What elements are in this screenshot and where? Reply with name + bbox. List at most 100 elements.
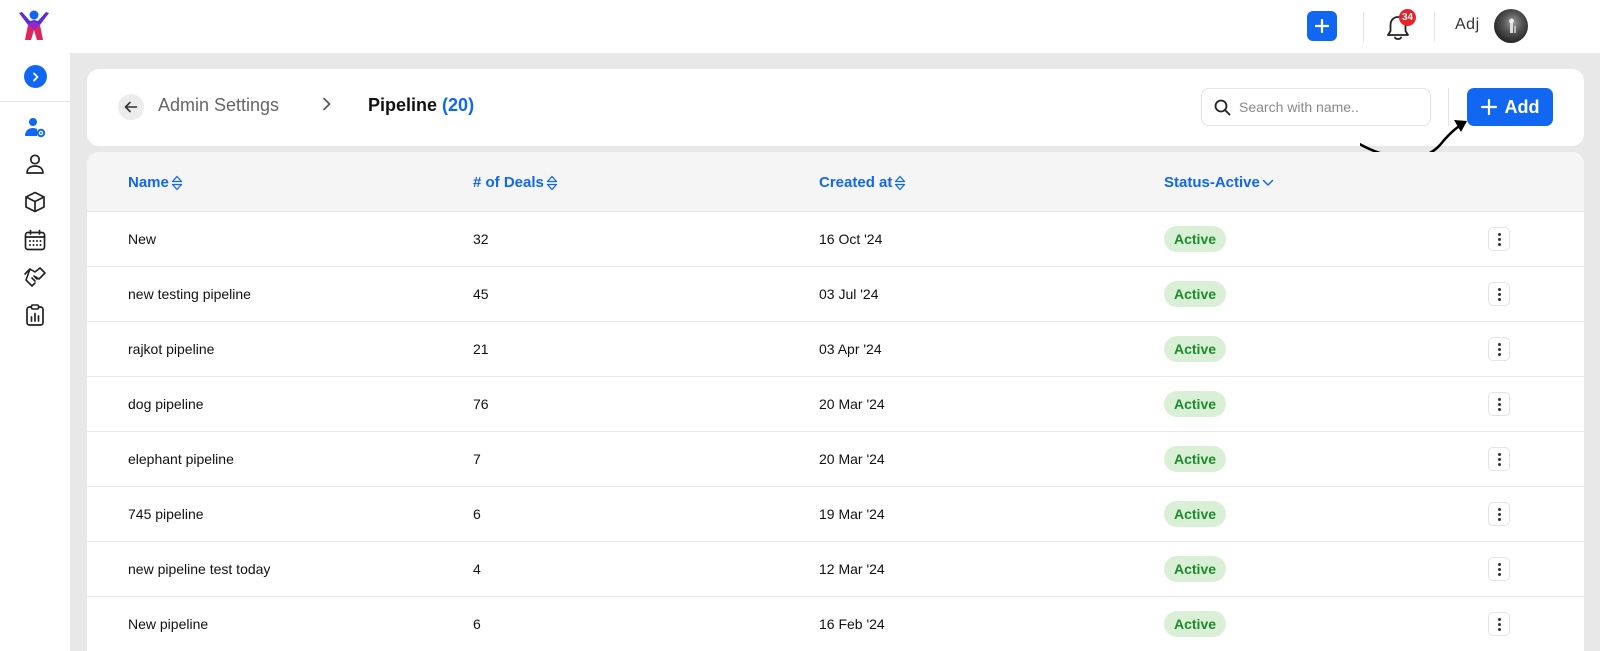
table-row[interactable]: new pipeline test today 4 12 Mar '24 Act…: [87, 542, 1584, 597]
table-row[interactable]: New pipeline 6 16 Feb '24 Active: [87, 597, 1584, 651]
more-vertical-icon: [1497, 232, 1501, 236]
column-header-name[interactable]: Name: [128, 174, 183, 191]
created-date: 19 Mar '24: [819, 506, 885, 522]
pipeline-name: elephant pipeline: [128, 451, 234, 467]
created-date: 03 Apr '24: [819, 341, 882, 357]
user-icon: [26, 154, 44, 174]
deal-count: 6: [473, 616, 481, 632]
created-date: 20 Mar '24: [819, 396, 885, 412]
row-actions-button[interactable]: [1488, 447, 1510, 471]
notifications-button[interactable]: 34: [1385, 9, 1417, 42]
page-header: Admin Settings Pipeline (20) Add: [87, 69, 1584, 146]
table-body: New 32 16 Oct '24 Active new testing pip…: [87, 212, 1584, 651]
row-actions-button[interactable]: [1488, 502, 1510, 526]
table-row[interactable]: elephant pipeline 7 20 Mar '24 Active: [87, 432, 1584, 487]
avatar-photo-icon: [1509, 18, 1516, 33]
sidebar-item-calendar[interactable]: [22, 227, 48, 253]
row-actions-button[interactable]: [1488, 612, 1510, 636]
column-header-created-at[interactable]: Created at: [819, 174, 906, 191]
more-vertical-icon: [1497, 622, 1501, 626]
more-vertical-icon: [1497, 242, 1501, 246]
deal-count: 32: [473, 231, 489, 247]
created-date: 03 Jul '24: [819, 286, 879, 302]
page-title: Pipeline (20): [368, 95, 474, 116]
row-actions-button[interactable]: [1488, 557, 1510, 581]
table-row[interactable]: 745 pipeline 6 19 Mar '24 Active: [87, 487, 1584, 542]
more-vertical-icon: [1497, 402, 1501, 406]
people-logo-icon[interactable]: [16, 8, 52, 44]
top-bar: 34 Adj: [0, 0, 1600, 53]
add-button-label: Add: [1504, 96, 1540, 117]
more-vertical-icon: [1497, 287, 1501, 291]
column-header-label: # of Deals: [473, 174, 544, 191]
column-header-deals[interactable]: # of Deals: [473, 174, 558, 191]
more-vertical-icon: [1497, 397, 1501, 401]
sort-icon: [171, 175, 183, 190]
more-vertical-icon: [1497, 292, 1501, 296]
created-date: 12 Mar '24: [819, 561, 885, 577]
table-row[interactable]: new testing pipeline 45 03 Jul '24 Activ…: [87, 267, 1584, 322]
user-name[interactable]: Adj: [1455, 16, 1480, 34]
pipeline-name: New: [128, 231, 157, 247]
topbar-divider: [1363, 12, 1364, 42]
search-box[interactable]: [1201, 88, 1431, 126]
sidebar-item-contacts[interactable]: [22, 151, 48, 177]
more-vertical-icon: [1497, 352, 1501, 356]
sidebar: [0, 53, 70, 651]
row-actions-button[interactable]: [1488, 227, 1510, 251]
table-row[interactable]: dog pipeline 76 20 Mar '24 Active: [87, 377, 1584, 432]
column-header-label: Name: [128, 174, 169, 191]
more-vertical-icon: [1497, 512, 1501, 516]
topbar-divider: [1434, 12, 1435, 42]
more-vertical-icon: [1497, 457, 1501, 461]
avatar[interactable]: [1494, 9, 1528, 43]
status-badge: Active: [1164, 336, 1227, 362]
page-title-text: Pipeline: [368, 95, 438, 115]
more-vertical-icon: [1497, 572, 1501, 576]
status-badge: Active: [1164, 391, 1227, 417]
row-actions-button[interactable]: [1488, 392, 1510, 416]
sidebar-expand-button[interactable]: [24, 65, 47, 88]
more-vertical-icon: [1497, 462, 1501, 466]
pipeline-name: dog pipeline: [128, 396, 204, 412]
sidebar-item-admin-settings[interactable]: [22, 114, 48, 140]
pipeline-name: 745 pipeline: [128, 506, 204, 522]
box-icon: [25, 191, 45, 213]
sort-icon: [546, 175, 558, 190]
add-pipeline-button[interactable]: Add: [1467, 88, 1553, 126]
sidebar-item-reports[interactable]: [22, 302, 48, 328]
pipeline-name: new pipeline test today: [128, 561, 271, 577]
more-vertical-icon: [1497, 507, 1501, 511]
column-header-label: Created at: [819, 174, 893, 191]
search-input[interactable]: [1239, 99, 1419, 115]
deal-count: 7: [473, 451, 481, 467]
table-row[interactable]: rajkot pipeline 21 03 Apr '24 Active: [87, 322, 1584, 377]
table-row[interactable]: New 32 16 Oct '24 Active: [87, 212, 1584, 267]
more-vertical-icon: [1497, 452, 1501, 456]
more-vertical-icon: [1497, 342, 1501, 346]
row-actions-button[interactable]: [1488, 282, 1510, 306]
deal-count: 6: [473, 506, 481, 522]
pipeline-name: New pipeline: [128, 616, 209, 632]
sidebar-item-products[interactable]: [22, 189, 48, 215]
header-divider: [1448, 88, 1449, 126]
column-header-status-filter[interactable]: Status-Active: [1164, 174, 1274, 191]
handshake-icon: [24, 267, 46, 287]
more-vertical-icon: [1497, 297, 1501, 301]
breadcrumb-admin-settings[interactable]: Admin Settings: [158, 95, 279, 116]
table-header: Name # of Deals Created at Status-Active: [87, 152, 1584, 212]
quick-add-button[interactable]: [1307, 11, 1337, 41]
status-badge: Active: [1164, 501, 1227, 527]
status-badge: Active: [1164, 611, 1227, 637]
status-badge: Active: [1164, 446, 1227, 472]
pipeline-name: rajkot pipeline: [128, 341, 215, 357]
back-button[interactable]: [118, 94, 144, 120]
pipeline-name: new testing pipeline: [128, 286, 251, 302]
arrow-left-icon: [124, 101, 138, 113]
sidebar-item-deals[interactable]: [22, 264, 48, 290]
row-actions-button[interactable]: [1488, 337, 1510, 361]
deal-count: 21: [473, 341, 489, 357]
chevron-right-icon: [32, 72, 38, 81]
more-vertical-icon: [1497, 407, 1501, 411]
deal-count: 4: [473, 561, 481, 577]
